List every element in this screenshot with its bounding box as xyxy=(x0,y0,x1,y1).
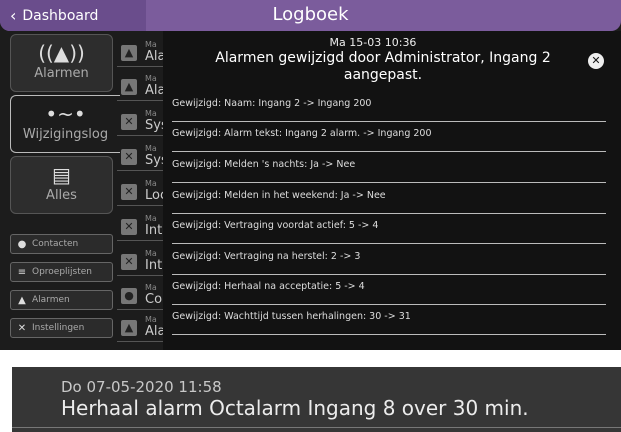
dialog-title-line1: Alarmen gewijzigd door Administrator, In… xyxy=(215,50,551,66)
tools-icon: ✕ xyxy=(17,322,27,334)
change-entry: Gewijzigd: Vertraging na herstel: 2 -> 3 xyxy=(172,248,606,275)
row-date: Ma xyxy=(145,74,157,83)
list-icon: ≡ xyxy=(17,266,27,278)
change-entry: Gewijzigd: Alarm tekst: Ingang 2 alarm. … xyxy=(172,125,606,152)
button-label: Oproeplijsten xyxy=(32,267,93,277)
row-text: Co xyxy=(145,292,163,307)
change-entry: Gewijzigd: Vertraging voordat actief: 5 … xyxy=(172,217,606,244)
log-entry-panel: Do 07-05-2020 11:58 Herhaal alarm Octala… xyxy=(12,367,621,432)
row-date: Ma xyxy=(145,144,157,153)
change-entry: Gewijzigd: Melden in het weekend: Ja -> … xyxy=(172,187,606,214)
change-entry: Gewijzigd: Naam: Ingang 2 -> Ingang 200 xyxy=(172,95,606,122)
bell-icon: ▲ xyxy=(18,294,26,306)
tools-icon: ✕ xyxy=(121,219,137,235)
person-icon: ● xyxy=(121,288,137,304)
tab-label: Alarmen xyxy=(34,66,89,81)
back-button-label: Dashboard xyxy=(22,7,99,24)
sidebar: ((▲)) Alarmen •~• Wijzigingslog ▤ Alles … xyxy=(10,34,120,350)
person-icon: ● xyxy=(17,238,27,250)
tab-alles[interactable]: ▤ Alles xyxy=(10,156,113,214)
bell-icon: ▲ xyxy=(121,79,137,95)
change-entry: Gewijzigd: Melden 's nachts: Ja -> Nee xyxy=(172,156,606,183)
divider xyxy=(12,427,621,428)
row-text: Int xyxy=(145,223,163,238)
entry-message: Herhaal alarm Octalarm Ingang 8 over 30 … xyxy=(61,396,529,420)
tab-alarmen[interactable]: ((▲)) Alarmen xyxy=(10,34,113,92)
clipped-text-edge xyxy=(242,367,422,371)
tools-icon: ✕ xyxy=(121,184,137,200)
row-date: Ma xyxy=(145,249,157,258)
tab-label: Wijzigingslog xyxy=(22,127,109,142)
tab-label: Alles xyxy=(46,188,77,203)
tools-icon: ✕ xyxy=(121,254,137,270)
dialog-date: Ma 15-03 10:36 xyxy=(329,36,417,49)
document-icon: ▤ xyxy=(52,163,71,187)
logboek-screen: ‹ Dashboard Logboek ((▲)) Alarmen •~• Wi… xyxy=(0,0,621,350)
entry-date: Do 07-05-2020 11:58 xyxy=(61,378,222,396)
oproeplijsten-button[interactable]: ≡ Oproeplijsten xyxy=(10,262,113,282)
row-date: Ma xyxy=(145,315,157,324)
alarmen-button[interactable]: ▲ Alarmen xyxy=(10,290,113,310)
close-icon[interactable]: ✕ xyxy=(588,53,604,69)
row-date: Ma xyxy=(145,283,157,292)
tools-icon: ✕ xyxy=(121,149,137,165)
change-log-icon: •~• xyxy=(45,102,86,126)
row-date: Ma xyxy=(145,109,157,118)
alarm-bell-icon: ((▲)) xyxy=(38,41,85,65)
bell-icon: ▲ xyxy=(121,320,137,336)
row-date: Ma xyxy=(145,40,157,49)
dialog-title-line2: aangepast. xyxy=(343,67,423,83)
tab-wijzigingslog[interactable]: •~• Wijzigingslog xyxy=(10,95,120,153)
instellingen-button[interactable]: ✕ Instellingen xyxy=(10,318,113,338)
row-text: Int xyxy=(145,258,163,273)
button-label: Alarmen xyxy=(32,295,70,305)
change-detail-dialog: Ma 15-03 10:36 Alarmen gewijzigd door Ad… xyxy=(163,31,621,350)
tools-icon: ✕ xyxy=(121,114,137,130)
back-to-dashboard-button[interactable]: ‹ Dashboard xyxy=(0,0,146,31)
row-date: Ma xyxy=(145,214,157,223)
dialog-title: Alarmen gewijzigd door Administrator, In… xyxy=(183,50,583,84)
row-date: Ma xyxy=(145,179,157,188)
button-label: Instellingen xyxy=(32,323,85,333)
change-entry: Gewijzigd: Wachttijd tussen herhalingen:… xyxy=(172,308,606,335)
contacten-button[interactable]: ● Contacten xyxy=(10,234,113,254)
bell-icon: ▲ xyxy=(121,45,137,61)
chevron-left-icon: ‹ xyxy=(10,6,17,25)
change-entry: Gewijzigd: Herhaal na acceptatie: 5 -> 4 xyxy=(172,278,606,305)
button-label: Contacten xyxy=(32,239,79,249)
